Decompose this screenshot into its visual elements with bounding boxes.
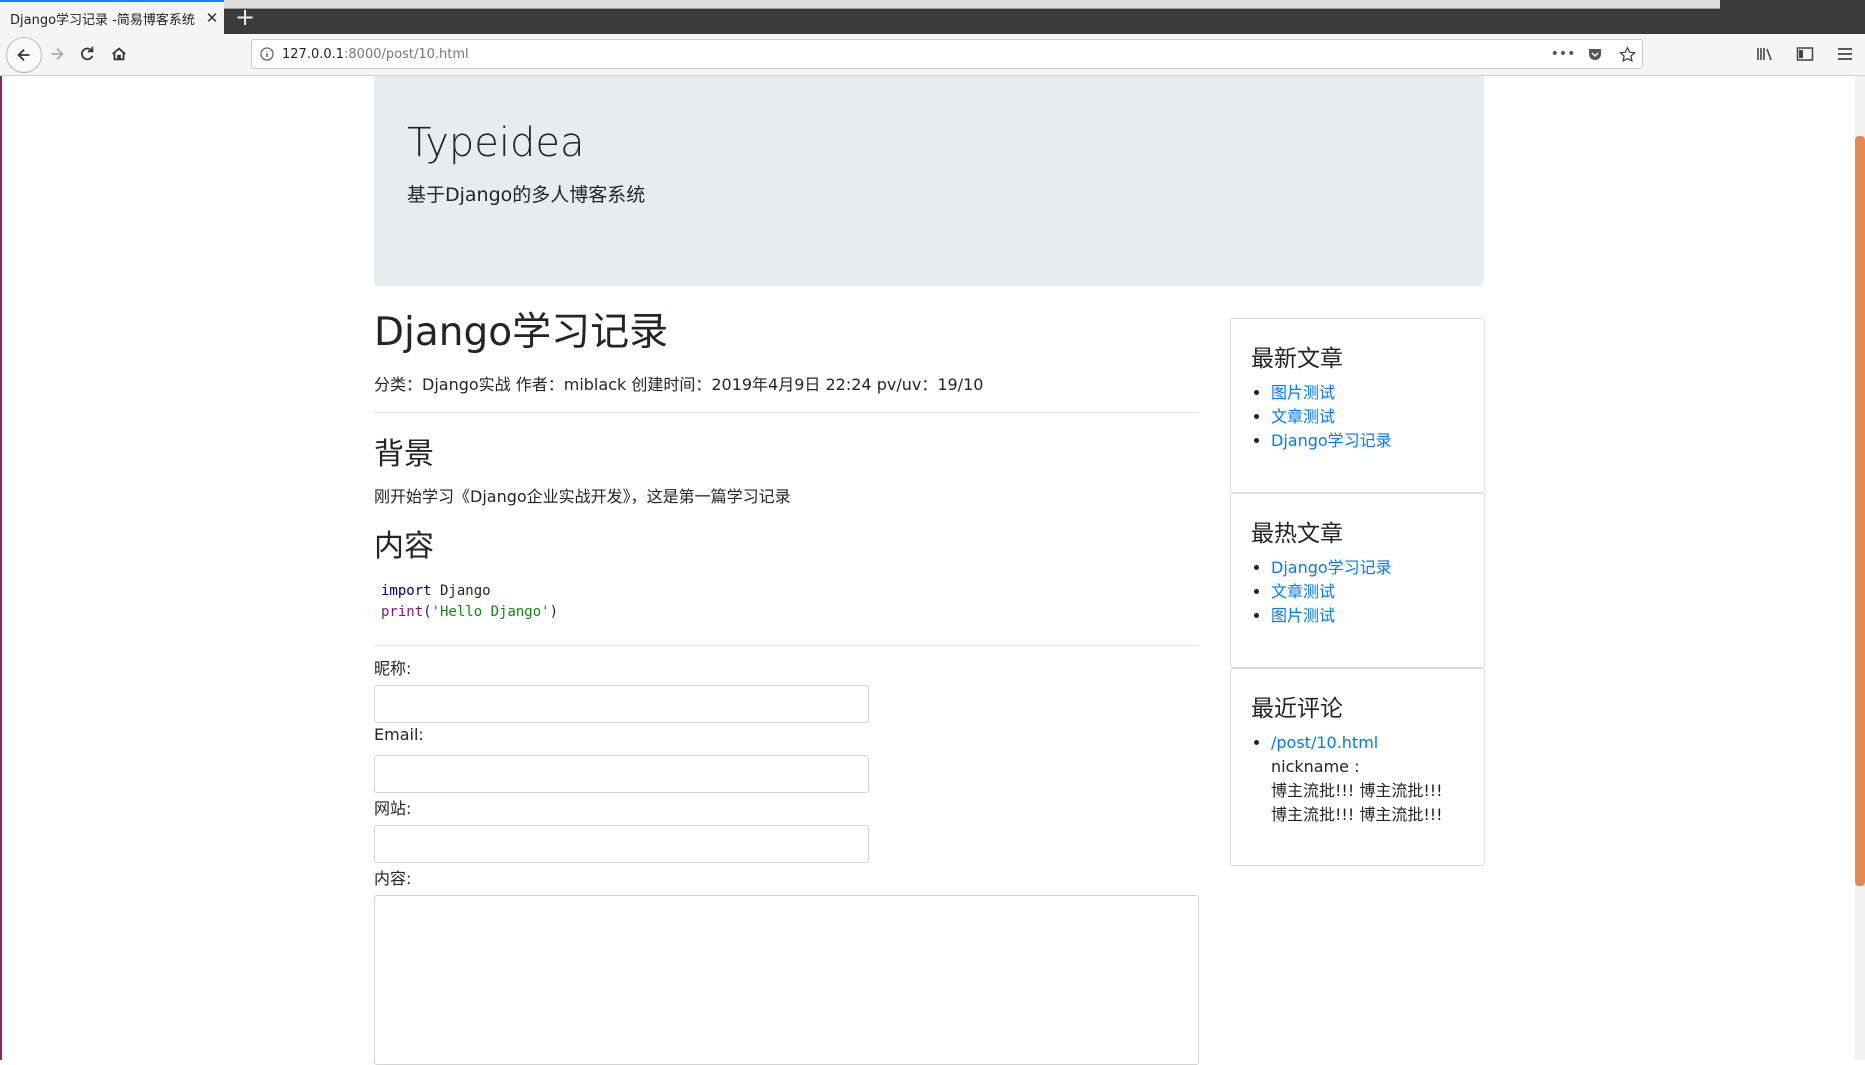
home-button[interactable] (104, 39, 134, 69)
url-path: :8000/post/10.html (344, 46, 469, 62)
latest-posts-card: 最新文章 图片测试 文章测试 Django学习记录 (1230, 318, 1485, 493)
email-input[interactable] (374, 755, 869, 793)
hottest-posts-list: Django学习记录 文章测试 图片测试 (1251, 556, 1392, 628)
list-item: Django学习记录 (1271, 556, 1392, 580)
tab-strip-topline (90, 0, 1720, 9)
latest-post-link[interactable]: Django学习记录 (1271, 431, 1392, 450)
sidebar-toggle-icon[interactable] (1795, 44, 1815, 64)
latest-posts-list: 图片测试 文章测试 Django学习记录 (1251, 381, 1392, 453)
reload-button[interactable] (72, 39, 102, 69)
section-heading-content: 内容 (374, 528, 434, 564)
list-item: 文章测试 (1271, 580, 1392, 604)
list-item: 图片测试 (1271, 604, 1392, 628)
window-left-edge (0, 76, 2, 1060)
code-line: print('Hello Django') (381, 602, 1199, 623)
back-button[interactable] (6, 37, 42, 73)
code-text: Django (431, 582, 491, 599)
menu-icon[interactable] (1835, 44, 1855, 64)
nickname-input[interactable] (374, 685, 869, 723)
url-bar[interactable]: 127.0.0.1:8000/post/10.html ••• (251, 39, 1643, 69)
new-tab-button[interactable]: + (230, 2, 260, 32)
comment-nickname: nickname : (1271, 757, 1360, 776)
recent-comments-list: /post/10.html nickname : 博主流批!!! 博主流批!!!… (1251, 731, 1443, 827)
divider (374, 644, 1199, 646)
recent-comments-title: 最近评论 (1251, 696, 1343, 722)
comment-content: 博主流批!!! 博主流批!!! (1271, 805, 1443, 824)
navigation-toolbar: 127.0.0.1:8000/post/10.html ••• (0, 34, 1865, 76)
forward-button[interactable] (42, 39, 72, 69)
pocket-icon[interactable] (1586, 44, 1604, 64)
code-string: 'Hello Django' (431, 603, 550, 620)
code-paren: ) (549, 603, 559, 620)
url-host: 127.0.0.1 (282, 46, 345, 62)
content-textarea[interactable] (374, 895, 1199, 1065)
email-label: Email: (374, 725, 424, 744)
latest-post-link[interactable]: 图片测试 (1271, 383, 1335, 402)
list-item: 图片测试 (1271, 381, 1392, 405)
site-header: Typeidea 基于Django的多人博客系统 (374, 76, 1484, 286)
latest-posts-title: 最新文章 (1251, 346, 1343, 372)
website-input[interactable] (374, 825, 869, 863)
list-item: Django学习记录 (1271, 429, 1392, 453)
hottest-posts-title: 最热文章 (1251, 521, 1343, 547)
code-paren: ( (423, 603, 432, 620)
hottest-post-link[interactable]: 文章测试 (1271, 582, 1335, 601)
back-arrow-icon (17, 48, 30, 62)
forward-arrow-icon (51, 47, 64, 61)
nickname-label: 昵称: (374, 659, 412, 678)
info-icon[interactable] (252, 47, 282, 61)
toolbar-right (1755, 44, 1855, 64)
code-block: import Django print('Hello Django') (374, 581, 1199, 623)
post-title: Django学习记录 (374, 310, 669, 355)
page-scrollbar[interactable] (1855, 76, 1865, 1060)
post-meta: 分类：Django实战 作者：miblack 创建时间：2019年4月9日 22… (374, 374, 984, 394)
more-actions-icon[interactable]: ••• (1551, 44, 1576, 64)
website-label: 网站: (374, 799, 412, 818)
divider (374, 411, 1199, 413)
hottest-post-link[interactable]: Django学习记录 (1271, 558, 1392, 577)
comment-target-link[interactable]: /post/10.html (1271, 733, 1378, 752)
latest-post-link[interactable]: 文章测试 (1271, 407, 1335, 426)
close-icon[interactable]: ✕ (200, 9, 224, 27)
bookmark-star-icon[interactable] (1618, 44, 1636, 64)
section-heading-background: 背景 (374, 436, 434, 472)
tab-title: Django学习记录 -简易博客系统 (10, 12, 195, 28)
hottest-posts-card: 最热文章 Django学习记录 文章测试 图片测试 (1230, 493, 1485, 668)
scrollbar-thumb[interactable] (1855, 136, 1865, 886)
hottest-post-link[interactable]: 图片测试 (1271, 606, 1335, 625)
code-function: print (381, 603, 424, 620)
home-icon (112, 47, 126, 61)
site-subtitle: 基于Django的多人博客系统 (407, 184, 646, 206)
code-line: import Django (381, 581, 1199, 602)
content-label: 内容: (374, 869, 412, 888)
library-icon[interactable] (1755, 44, 1775, 64)
tab-bar: Django学习记录 -简易博客系统 ✕ + (0, 0, 1865, 34)
recent-comments-card: 最近评论 /post/10.html nickname : 博主流批!!! 博主… (1230, 668, 1485, 866)
tab-active[interactable]: Django学习记录 -简易博客系统 ✕ (0, 0, 224, 34)
code-keyword: import (381, 582, 432, 599)
url-actions: ••• (1551, 44, 1636, 64)
post-article: Django学习记录 分类：Django实战 作者：miblack 创建时间：2… (374, 310, 1199, 646)
list-item: 文章测试 (1271, 405, 1392, 429)
list-item: /post/10.html nickname : 博主流批!!! 博主流批!!!… (1271, 731, 1443, 827)
reload-icon (81, 46, 94, 61)
site-title: Typeidea (407, 120, 585, 166)
section-text-background: 刚开始学习《Django企业实战开发》，这是第一篇学习记录 (374, 486, 791, 506)
comment-content: 博主流批!!! 博主流批!!! (1271, 781, 1443, 800)
